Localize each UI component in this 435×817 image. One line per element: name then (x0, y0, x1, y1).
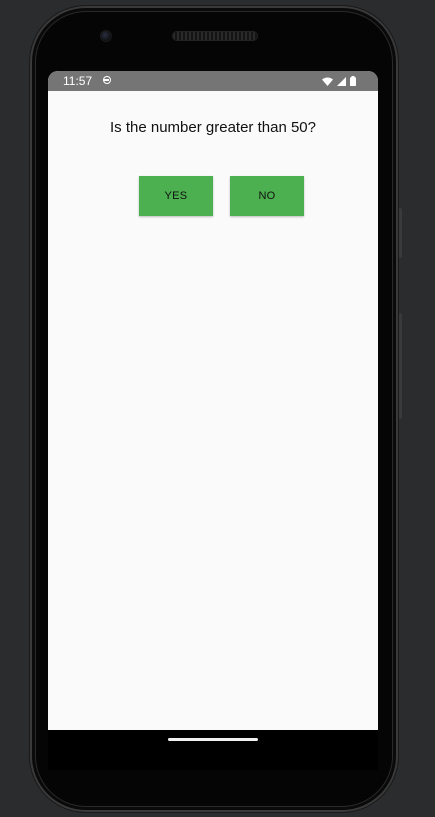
status-icons (322, 76, 356, 86)
question-text: Is the number greater than 50? (110, 119, 316, 136)
volume-rocker[interactable] (398, 313, 402, 419)
emulator-stage: 11:57 Is the number greater than 50? YES… (0, 0, 435, 817)
yes-button[interactable]: YES (139, 176, 213, 216)
no-button[interactable]: NO (230, 176, 304, 216)
home-gesture-handle[interactable] (168, 738, 258, 741)
status-bar: 11:57 (48, 71, 378, 91)
front-camera-icon (101, 31, 111, 41)
app-notification-icon (103, 76, 111, 84)
signal-icon (337, 76, 346, 86)
status-time: 11:57 (63, 74, 93, 88)
power-button[interactable] (398, 208, 402, 258)
battery-icon (350, 76, 356, 86)
earpiece-speaker (173, 32, 257, 40)
navigation-bar (48, 730, 378, 770)
wifi-icon (322, 77, 333, 86)
device-screen: 11:57 Is the number greater than 50? YES… (48, 71, 378, 730)
